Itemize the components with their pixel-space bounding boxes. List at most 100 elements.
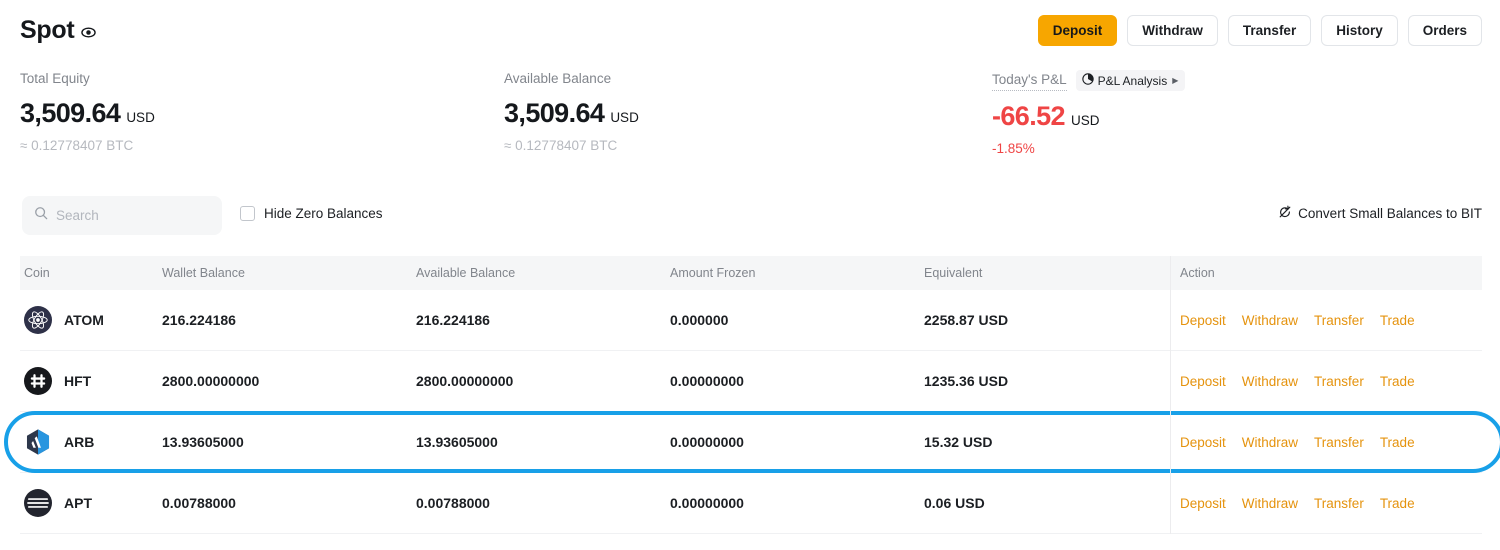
cell-equivalent: 0.06 USD	[924, 495, 985, 511]
action-transfer-link[interactable]: Transfer	[1314, 435, 1364, 450]
cell-equivalent: 1235.36 USD	[924, 373, 1009, 389]
hide-zero-checkbox[interactable]	[240, 206, 255, 221]
action-deposit-link[interactable]: Deposit	[1180, 435, 1226, 450]
column-header-equivalent: Equivalent	[924, 266, 983, 280]
cell-available-balance: 216.224186	[416, 312, 490, 328]
action-deposit-link[interactable]: Deposit	[1180, 374, 1226, 389]
search-icon	[34, 206, 48, 225]
action-deposit-link[interactable]: Deposit	[1180, 313, 1226, 328]
spot-wallet-page: Spot Deposit Withdraw Transfer History O…	[0, 0, 1500, 550]
action-withdraw-link[interactable]: Withdraw	[1242, 435, 1298, 450]
cell-available-balance: 13.93605000	[416, 434, 498, 450]
cell-available-balance: 0.00788000	[416, 495, 490, 511]
total-equity-label: Total Equity	[20, 71, 90, 86]
todays-pnl-label: Today's P&L	[992, 71, 1067, 91]
action-withdraw-link[interactable]: Withdraw	[1242, 374, 1298, 389]
cell-amount-frozen: 0.00000000	[670, 434, 744, 450]
available-balance-currency: USD	[610, 110, 639, 125]
available-balance-value: 3,509.64	[504, 98, 605, 128]
row-actions: Deposit Withdraw Transfer Trade	[1180, 313, 1415, 328]
cell-equivalent: 2258.87 USD	[924, 312, 1009, 328]
column-header-frozen: Amount Frozen	[670, 266, 756, 280]
cell-available-balance: 2800.00000000	[416, 373, 514, 389]
eye-icon[interactable]	[81, 25, 97, 40]
hide-zero-label: Hide Zero Balances	[264, 206, 383, 221]
row-actions: Deposit Withdraw Transfer Trade	[1180, 496, 1415, 511]
coin-name: ATOM	[64, 312, 104, 328]
column-header-available: Available Balance	[416, 266, 516, 280]
available-balance-label: Available Balance	[504, 71, 612, 86]
convert-small-balances-button[interactable]: Convert Small Balances to BIT	[1278, 205, 1482, 222]
action-transfer-link[interactable]: Transfer	[1314, 496, 1364, 511]
atom-coin-icon	[24, 306, 52, 334]
page-title-row: Spot	[20, 16, 97, 45]
coin-cell: APT	[24, 489, 92, 517]
table-row[interactable]: ARB 13.93605000 13.93605000 0.00000000 15.3…	[4, 411, 1500, 473]
column-header-coin: Coin	[24, 266, 50, 280]
todays-pnl-value: -66.52	[992, 101, 1066, 131]
table-row[interactable]: HFT 2800.00000000 2800.00000000 0.00000000…	[20, 351, 1482, 412]
cell-amount-frozen: 0.000000	[670, 312, 729, 328]
available-balance-block: Available Balance 3,509.64 USD ≈ 0.12778…	[504, 70, 639, 153]
pie-chart-icon	[1081, 73, 1094, 88]
top-action-buttons: Deposit Withdraw Transfer History Orders	[1037, 15, 1482, 46]
action-withdraw-link[interactable]: Withdraw	[1242, 496, 1298, 511]
cell-wallet-balance: 2800.00000000	[162, 373, 260, 389]
coin-cell: HFT	[24, 367, 91, 395]
todays-pnl-block: Today's P&L P&L Analysis ▶ -66.52 USD -1…	[992, 70, 1186, 156]
column-header-wallet: Wallet Balance	[162, 266, 245, 280]
deposit-button[interactable]: Deposit	[1037, 15, 1118, 46]
history-button[interactable]: History	[1321, 15, 1398, 46]
total-equity-currency: USD	[126, 110, 155, 125]
total-equity-value: 3,509.64	[20, 98, 121, 128]
column-header-action: Action	[1180, 266, 1215, 280]
cell-wallet-balance: 0.00788000	[162, 495, 236, 511]
filter-bar: Hide Zero Balances Convert Small Balance…	[0, 196, 1500, 238]
table-row[interactable]: APT 0.00788000 0.00788000 0.00000000 0.06 U…	[20, 473, 1482, 534]
table-row[interactable]: ATOM 216.224186 216.224186 0.000000 2258.87…	[20, 290, 1482, 351]
arb-coin-icon	[24, 428, 52, 456]
total-equity-btc: ≈ 0.12778407 BTC	[20, 138, 134, 153]
action-trade-link[interactable]: Trade	[1380, 435, 1415, 450]
total-equity-block: Total Equity 3,509.64 USD ≈ 0.12778407 B…	[20, 70, 155, 153]
hide-zero-balances-toggle[interactable]: Hide Zero Balances	[240, 206, 383, 221]
search-box[interactable]	[22, 196, 222, 235]
summary-section: Total Equity 3,509.64 USD ≈ 0.12778407 B…	[0, 70, 1500, 160]
balances-table: Coin Wallet Balance Available Balance Am…	[4, 256, 1500, 534]
pnl-analysis-button[interactable]: P&L Analysis ▶	[1075, 70, 1186, 91]
cell-amount-frozen: 0.00000000	[670, 373, 744, 389]
todays-pnl-currency: USD	[1070, 113, 1100, 128]
coin-name: HFT	[64, 373, 92, 389]
available-balance-btc: ≈ 0.12778407 BTC	[504, 138, 618, 153]
coin-cell: ATOM	[24, 306, 104, 334]
convert-label: Convert Small Balances to BIT	[1298, 206, 1482, 221]
action-trade-link[interactable]: Trade	[1380, 313, 1415, 328]
action-trade-link[interactable]: Trade	[1380, 374, 1415, 389]
cell-equivalent: 15.32 USD	[924, 434, 993, 450]
page-title: Spot	[20, 16, 75, 44]
chevron-right-icon: ▶	[1172, 76, 1179, 85]
action-transfer-link[interactable]: Transfer	[1314, 313, 1364, 328]
action-deposit-link[interactable]: Deposit	[1180, 496, 1226, 511]
action-transfer-link[interactable]: Transfer	[1314, 374, 1364, 389]
coin-cell: ARB	[24, 428, 94, 456]
search-input[interactable]	[56, 208, 196, 223]
action-trade-link[interactable]: Trade	[1380, 496, 1415, 511]
cell-wallet-balance: 13.93605000	[162, 434, 244, 450]
table-body: ATOM 216.224186 216.224186 0.000000 2258.87…	[4, 290, 1500, 534]
row-actions: Deposit Withdraw Transfer Trade	[1180, 374, 1415, 389]
withdraw-button[interactable]: Withdraw	[1127, 15, 1218, 46]
transfer-button[interactable]: Transfer	[1227, 15, 1312, 46]
row-actions: Deposit Withdraw Transfer Trade	[1180, 435, 1415, 450]
pnl-analysis-label: P&L Analysis	[1097, 73, 1168, 88]
cell-amount-frozen: 0.00000000	[670, 495, 744, 511]
table-header-row: Coin Wallet Balance Available Balance Am…	[20, 256, 1482, 290]
apt-coin-icon	[24, 489, 52, 517]
action-column-divider	[1170, 256, 1171, 534]
action-withdraw-link[interactable]: Withdraw	[1242, 313, 1298, 328]
coin-name: ARB	[64, 434, 95, 450]
todays-pnl-percent: -1.85%	[992, 141, 1035, 156]
coin-name: APT	[64, 495, 92, 511]
orders-button[interactable]: Orders	[1407, 15, 1482, 46]
convert-icon	[1278, 205, 1292, 222]
